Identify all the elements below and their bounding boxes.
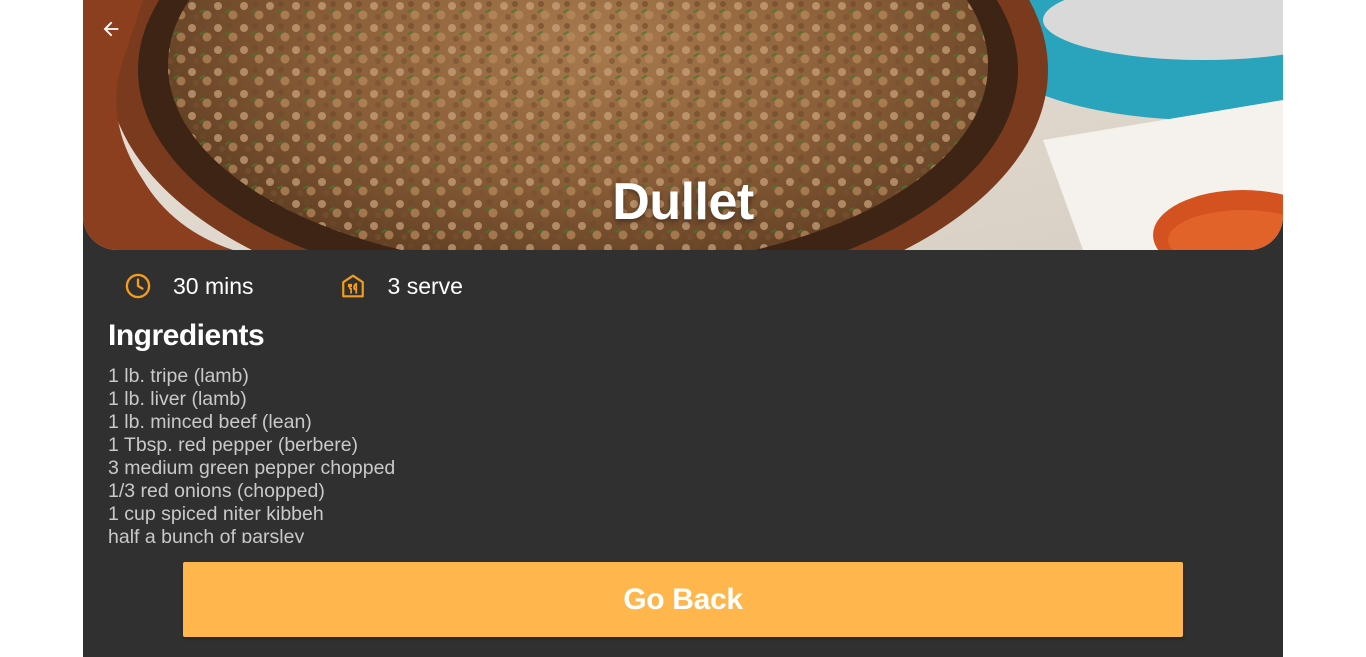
servings: 3 serve [338, 271, 463, 301]
ingredients-heading: Ingredients [108, 319, 265, 352]
list-item: 1 cup spiced niter kibbeh [108, 503, 324, 525]
go-back-button[interactable]: Go Back [183, 562, 1183, 637]
back-button[interactable] [93, 12, 129, 46]
cook-time-value: 30 mins [173, 272, 254, 299]
recipe-meta: 30 mins 3 serve [123, 270, 463, 302]
arrow-back-icon [103, 21, 119, 37]
ingredients-list[interactable]: 1 lb. tripe (lamb) 1 lb. liver (lamb) 1 … [108, 365, 1008, 543]
list-item: 3 medium green pepper chopped [108, 457, 396, 479]
recipe-title: Dullet [612, 173, 754, 231]
restaurant-icon [338, 271, 368, 301]
cook-time: 30 mins [123, 271, 254, 301]
recipe-hero-image: Dullet [83, 0, 1283, 250]
list-item: half a bunch of parsley [108, 526, 305, 543]
recipe-detail-screen: Dullet 30 mins 3 serve Ingredients 1 lb.… [83, 0, 1283, 657]
list-item: 1 lb. liver (lamb) [108, 388, 247, 410]
clock-icon [123, 271, 153, 301]
servings-value: 3 serve [387, 272, 463, 299]
list-item: 1 lb. tripe (lamb) [108, 365, 249, 387]
list-item: 1 lb. minced beef (lean) [108, 411, 312, 433]
list-item: 1 Tbsp. red pepper (berbere) [108, 434, 359, 456]
list-item: 1/3 red onions (chopped) [108, 480, 325, 502]
